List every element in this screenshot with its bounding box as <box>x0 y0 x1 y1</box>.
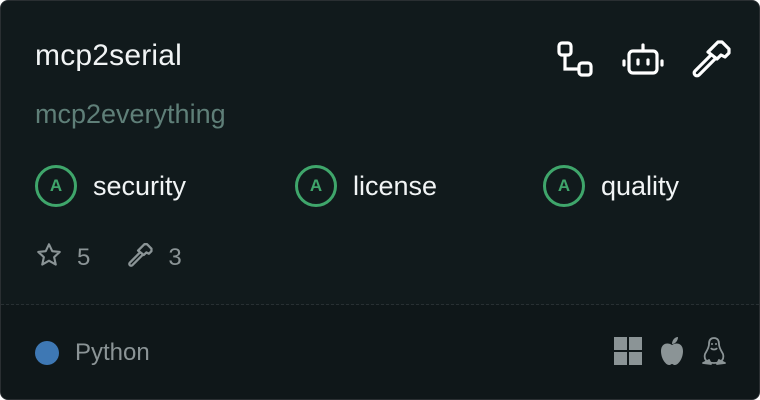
tools-stat: 3 <box>126 241 182 274</box>
server-owner[interactable]: mcp2everything <box>35 99 226 130</box>
hammer-icon[interactable] <box>689 37 733 81</box>
workflow-icon[interactable] <box>553 37 597 81</box>
grade-label: quality <box>601 170 680 201</box>
server-title[interactable]: mcp2serial <box>35 39 182 73</box>
platform-icons <box>613 336 727 371</box>
language-color-dot <box>35 341 59 365</box>
header-icons <box>553 37 733 81</box>
license-grade[interactable]: A license <box>295 165 437 207</box>
stars-count: 5 <box>77 243 91 271</box>
hammer-icon <box>126 241 154 274</box>
security-grade[interactable]: A security <box>35 165 186 207</box>
grade-label: license <box>353 170 438 201</box>
grade-circle: A <box>295 165 337 207</box>
stars-stat: 5 <box>35 241 90 274</box>
grade-circle: A <box>543 165 585 207</box>
quality-grade[interactable]: A quality <box>543 165 679 207</box>
grade-badges: A security A license A quality <box>35 165 715 213</box>
linux-icon <box>701 336 727 371</box>
server-card[interactable]: mcp2serial mcp2everything A security A l… <box>0 0 760 400</box>
robot-icon[interactable] <box>621 37 665 81</box>
card-footer: Python <box>1 305 759 399</box>
star-icon <box>35 241 63 274</box>
grade-label: security <box>93 170 187 201</box>
language-info: Python <box>35 339 150 367</box>
windows-icon <box>613 336 643 371</box>
tools-count: 3 <box>168 243 182 271</box>
stats-row: 5 3 <box>35 241 218 274</box>
grade-circle: A <box>35 165 77 207</box>
language-name: Python <box>75 339 150 366</box>
apple-icon <box>659 336 685 371</box>
